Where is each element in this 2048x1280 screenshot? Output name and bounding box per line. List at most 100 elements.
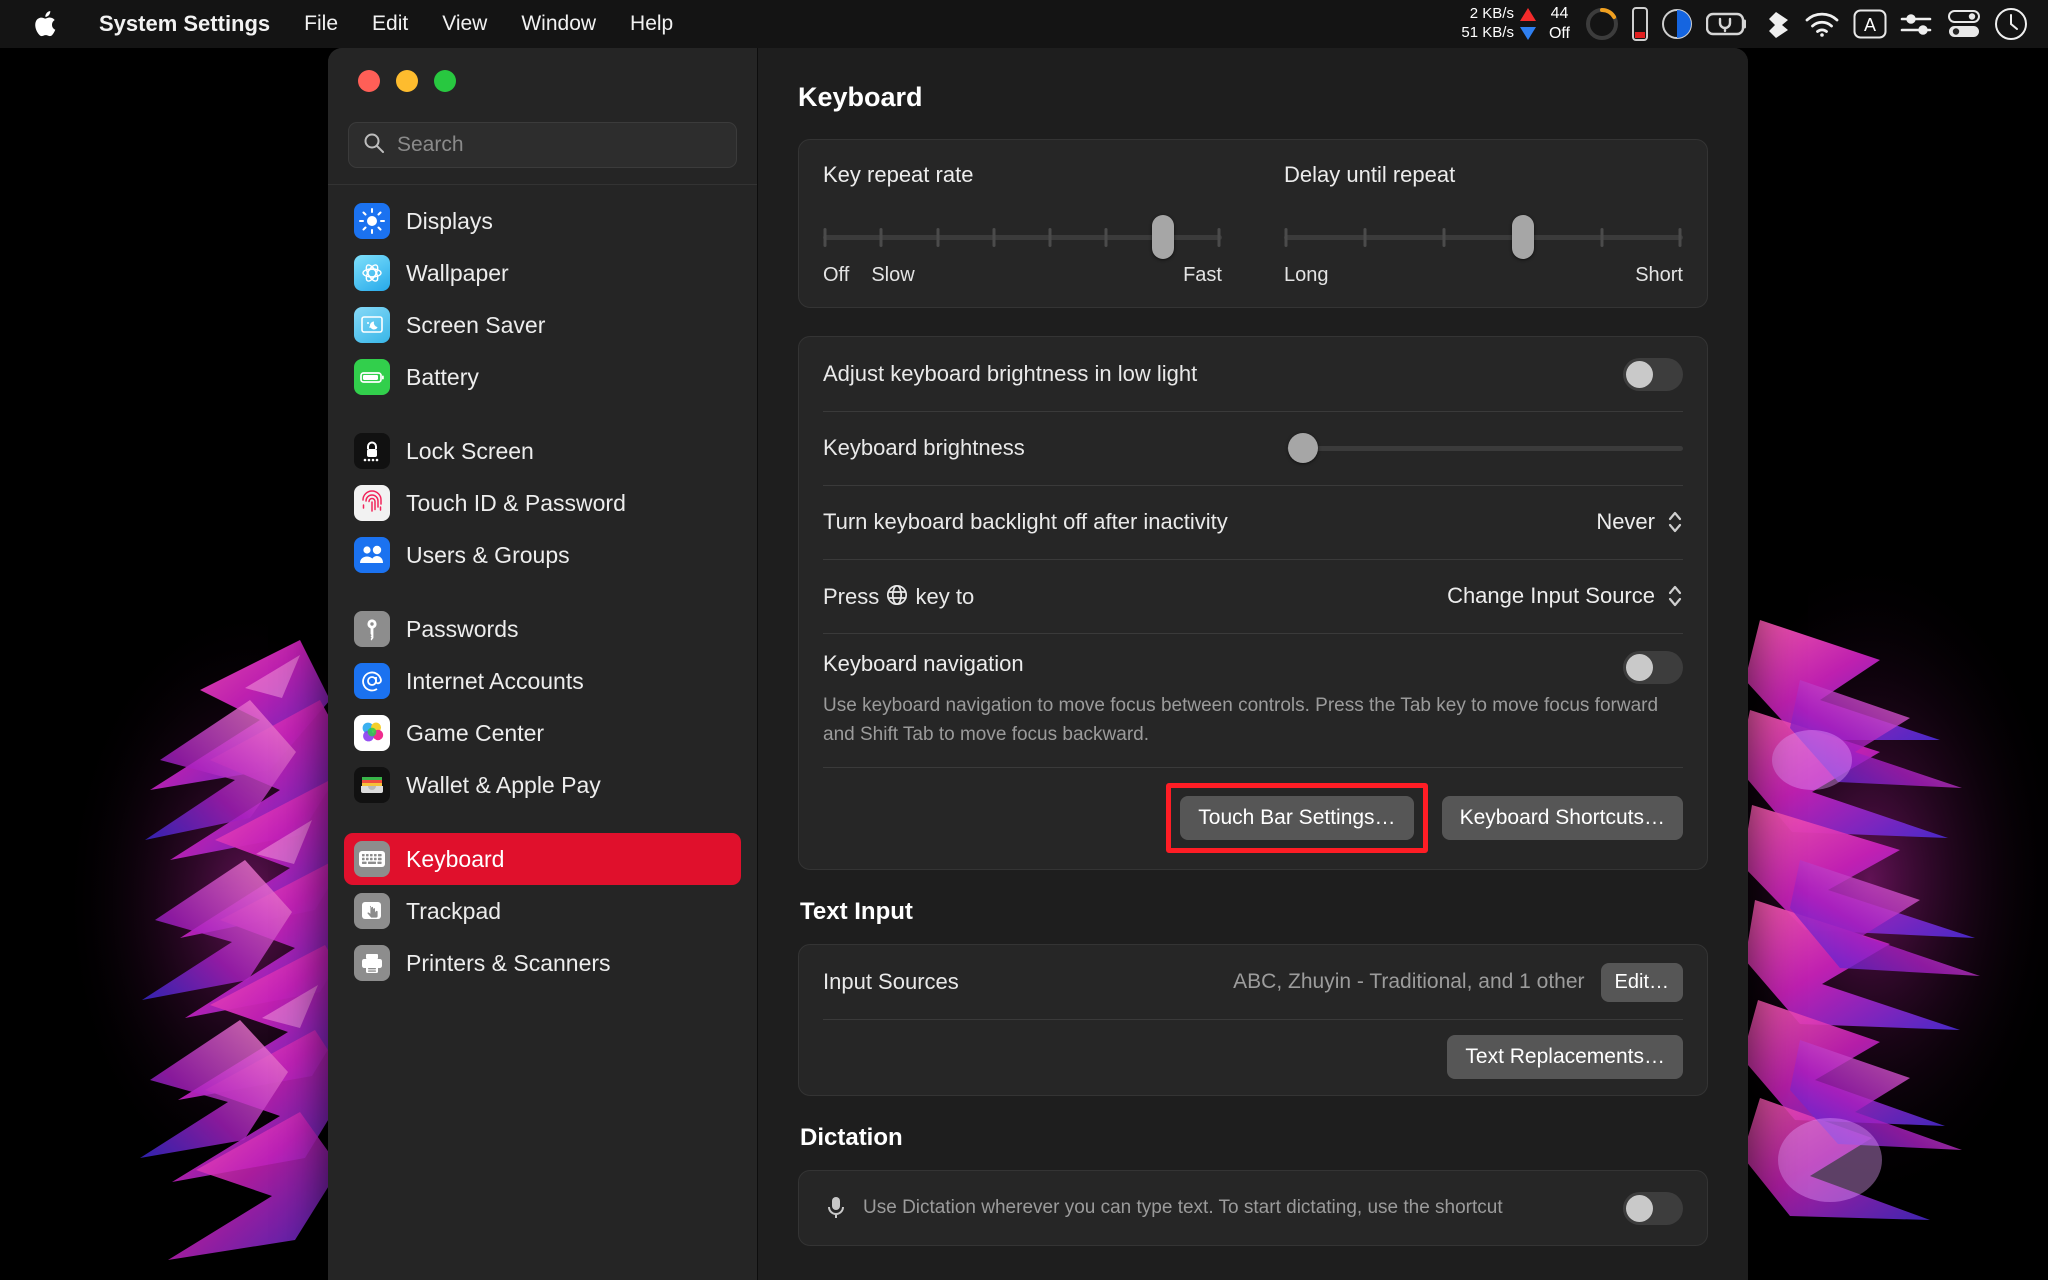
- key-repeat-off-label: Off: [823, 264, 850, 286]
- apple-logo-icon[interactable]: [26, 9, 66, 39]
- sidebar-item-passwords[interactable]: Passwords: [344, 603, 741, 655]
- slider-track: [1287, 446, 1683, 451]
- battery-charging-icon[interactable]: [1706, 11, 1748, 37]
- battery-readout[interactable]: 44 Off: [1549, 4, 1570, 44]
- keyboard-shortcuts-button[interactable]: Keyboard Shortcuts…: [1441, 796, 1683, 840]
- memory-bar-icon[interactable]: [1632, 7, 1648, 41]
- sidebar-item-battery[interactable]: Battery: [344, 351, 741, 403]
- keyboard-navigation-head: Keyboard navigation: [823, 651, 1683, 684]
- sidebar-item-label: Passwords: [406, 615, 519, 642]
- control-center-icon[interactable]: [1947, 9, 1981, 39]
- slider-thumb[interactable]: [1151, 215, 1174, 259]
- input-source-abc-icon[interactable]: A: [1853, 9, 1887, 39]
- close-button[interactable]: [358, 70, 380, 92]
- slider-tick: [1104, 228, 1108, 247]
- sidebar-item-game-center[interactable]: Game Center: [344, 707, 741, 759]
- menu-item-view[interactable]: View: [425, 0, 504, 48]
- slider-tick: [1048, 228, 1052, 247]
- sidebar-item-printers-scanners[interactable]: Printers & Scanners: [344, 937, 741, 989]
- highlight-box: Touch Bar Settings…: [1166, 783, 1428, 853]
- text-input-section-title: Text Input: [800, 898, 913, 925]
- sidebar-item-label: Users & Groups: [406, 541, 570, 568]
- menu-item-help[interactable]: Help: [613, 0, 690, 48]
- passwords-key-icon: [354, 611, 390, 647]
- touch-id-icon: [354, 485, 390, 521]
- network-upload-row: 2 KB/s: [1470, 5, 1536, 24]
- keyboard-action-buttons: Touch Bar Settings… Keyboard Shortcuts…: [799, 767, 1707, 869]
- dictation-card: Use Dictation wherever you can type text…: [798, 1170, 1708, 1246]
- sliders-icon[interactable]: [1900, 10, 1934, 38]
- sidebar-item-users-groups[interactable]: Users & Groups: [344, 529, 741, 581]
- key-repeat-slow-label: Slow: [871, 264, 915, 286]
- chevron-updown-icon: [1667, 583, 1683, 609]
- users-groups-icon: [354, 537, 390, 573]
- key-repeat-rate-slider[interactable]: [823, 215, 1222, 259]
- network-speed-indicator[interactable]: 2 KB/s 51 KB/s: [1461, 5, 1536, 43]
- sidebar-group-divider: [344, 403, 741, 425]
- sidebar-item-wallet[interactable]: Wallet & Apple Pay: [344, 759, 741, 811]
- keyboard-brightness-label: Keyboard brightness: [823, 435, 1025, 460]
- globe-key-row: Press key to Change Input Source: [799, 559, 1707, 633]
- adjust-brightness-toggle[interactable]: [1623, 357, 1683, 391]
- slider-tick: [1678, 228, 1682, 247]
- search-box[interactable]: [348, 122, 737, 168]
- slider-tick: [1600, 228, 1604, 247]
- touch-bar-settings-button[interactable]: Touch Bar Settings…: [1180, 796, 1414, 840]
- keyboard-settings-card: Adjust keyboard brightness in low light …: [798, 336, 1708, 870]
- sidebar-item-wallpaper[interactable]: Wallpaper: [344, 247, 741, 299]
- input-sources-label: Input Sources: [823, 969, 959, 994]
- backlight-off-value: Never: [1596, 509, 1655, 534]
- slider-tick: [1442, 228, 1446, 247]
- menu-item-edit[interactable]: Edit: [355, 0, 425, 48]
- keyboard-navigation-toggle[interactable]: [1623, 651, 1683, 684]
- globe-key-value: Change Input Source: [1447, 583, 1655, 608]
- system-settings-window: Displays Wallpaper: [328, 48, 1748, 1280]
- keyboard-icon: [354, 841, 390, 877]
- backlight-off-row: Turn keyboard backlight off after inacti…: [799, 485, 1707, 559]
- menu-item-window[interactable]: Window: [504, 0, 613, 48]
- sidebar-item-internet-accounts[interactable]: Internet Accounts: [344, 655, 741, 707]
- menu-item-file[interactable]: File: [287, 0, 355, 48]
- menu-item-system-settings[interactable]: System Settings: [82, 0, 287, 48]
- globe-key-label-before: Press: [823, 583, 880, 609]
- network-download-value: 51 KB/s: [1461, 24, 1514, 41]
- globe-icon: [885, 583, 909, 607]
- slider-tick: [1363, 228, 1367, 247]
- text-input-card: Input Sources ABC, Zhuyin - Traditional,…: [798, 944, 1708, 1096]
- sidebar-item-displays[interactable]: Displays: [344, 195, 741, 247]
- sidebar-item-touch-id[interactable]: Touch ID & Password: [344, 477, 741, 529]
- edit-input-sources-button[interactable]: Edit…: [1600, 962, 1683, 1002]
- sidebar-item-label: Battery: [406, 363, 479, 390]
- sidebar-item-list[interactable]: Displays Wallpaper Screen Saver Battery …: [328, 184, 757, 1280]
- dictation-toggle[interactable]: [1623, 1191, 1683, 1225]
- internet-accounts-at-icon: [354, 663, 390, 699]
- sidebar-item-trackpad[interactable]: Trackpad: [344, 885, 741, 937]
- search-input[interactable]: [397, 133, 722, 157]
- sidebar-item-lock-screen[interactable]: Lock Screen: [344, 425, 741, 477]
- wifi-icon[interactable]: [1804, 11, 1840, 37]
- slider-tick: [823, 228, 827, 247]
- sidebar-item-keyboard[interactable]: Keyboard: [344, 833, 741, 885]
- slider-thumb[interactable]: [1287, 433, 1318, 463]
- minimize-button[interactable]: [396, 70, 418, 92]
- sidebar-item-label: Game Center: [406, 719, 545, 746]
- sidebar-item-label: Trackpad: [406, 897, 502, 924]
- clock-icon[interactable]: [1994, 7, 2028, 41]
- slider-thumb[interactable]: [1512, 215, 1534, 259]
- backlight-off-popup-button[interactable]: Never: [1596, 509, 1683, 535]
- delay-until-repeat-group: Delay until repeat Long Short: [1284, 162, 1683, 287]
- slider-tick: [936, 228, 939, 247]
- delay-until-repeat-slider[interactable]: [1284, 215, 1683, 259]
- text-replacements-button[interactable]: Text Replacements…: [1447, 1035, 1683, 1079]
- disk-pie-icon[interactable]: [1661, 8, 1693, 40]
- keyboard-brightness-slider[interactable]: [1287, 433, 1683, 463]
- activity-gauge-icon[interactable]: [1585, 7, 1619, 41]
- menu-bar-status-area: 2 KB/s 51 KB/s 44 Off A: [1461, 0, 2048, 48]
- dropbox-icon[interactable]: [1761, 9, 1791, 39]
- sidebar-item-screen-saver[interactable]: Screen Saver: [344, 299, 741, 351]
- globe-key-popup-button[interactable]: Change Input Source: [1447, 583, 1683, 609]
- zoom-button[interactable]: [434, 70, 456, 92]
- menu-bar: System Settings File Edit View Window He…: [0, 0, 2048, 48]
- globe-key-label-after: key to: [915, 583, 975, 609]
- adjust-brightness-row: Adjust keyboard brightness in low light: [799, 337, 1707, 411]
